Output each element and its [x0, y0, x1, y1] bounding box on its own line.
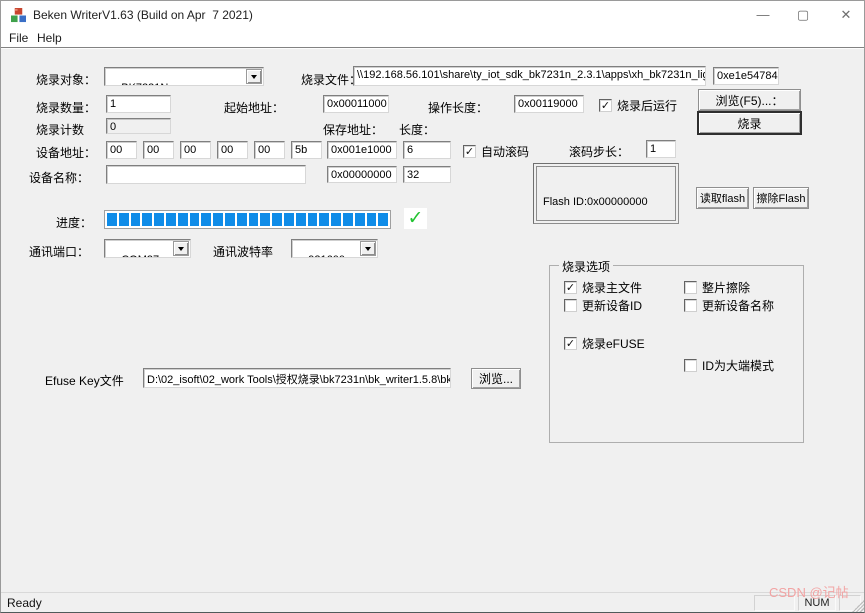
chevron-down-icon[interactable]: [360, 241, 376, 256]
checkbox-mark: [684, 299, 697, 312]
browse-f5-button[interactable]: 浏览(F5)...：: [698, 89, 801, 111]
label-burn-count: 烧录计数: [36, 123, 85, 137]
checkbox-mark: [684, 281, 697, 294]
checkbox-update-device-name[interactable]: 更新设备名称: [684, 297, 774, 314]
label-com-port: 通讯端口：: [29, 245, 90, 259]
save-address1-input[interactable]: 0x001e1000: [327, 141, 397, 159]
device-name-input[interactable]: [106, 165, 306, 184]
baud-rate-select[interactable]: 921600: [291, 239, 378, 258]
length1-input[interactable]: 6: [403, 141, 451, 159]
device-address-byte-1[interactable]: 00: [143, 141, 174, 159]
label-burn-target: 烧录对象：: [36, 73, 97, 87]
roll-step-input[interactable]: 1: [646, 140, 676, 158]
device-address-byte-5[interactable]: 5b: [291, 141, 322, 159]
watermark-text: CSDN @记帖: [769, 585, 849, 600]
label-length: 长度：: [399, 123, 436, 137]
progress-bar: [104, 210, 391, 229]
com-port-value: COM37: [121, 254, 159, 257]
label-start-address: 起始地址：: [224, 101, 285, 115]
flash-id-line: Flash ID:0x00000000: [543, 196, 648, 208]
flash-info-panel: Flash ID:0x00000000 耗时： 20.473s 烧录速度:921…: [533, 163, 679, 224]
burn-target-value: BK7231N: [121, 82, 168, 85]
burn-options-group: 烧录选项 ✓ 烧录主文件 整片擦除 更新设备ID 更新设备名称 ✓ 烧录eFUS…: [549, 258, 804, 443]
label-device-address: 设备地址：: [36, 146, 97, 160]
burn-button[interactable]: 烧录: [698, 112, 801, 134]
checkbox-id-big-endian[interactable]: ID为大端模式: [684, 357, 774, 374]
op-length-input[interactable]: 0x00119000: [514, 95, 584, 113]
minimize-icon: —: [756, 7, 770, 22]
checkbox-burn-efuse[interactable]: ✓ 烧录eFUSE: [564, 335, 645, 352]
app-icon: [11, 8, 26, 23]
status-bar: Ready NUM: [1, 592, 864, 612]
device-address-byte-0[interactable]: 00: [106, 141, 137, 159]
checkbox-label: 整片擦除: [702, 281, 751, 295]
checkbox-label: ID为大端模式: [702, 359, 775, 373]
label-burn-file: 烧录文件：: [301, 73, 362, 87]
window-title: Beken WriterV1.63 (Build on Apr 7 2021): [33, 8, 253, 22]
erase-flash-button[interactable]: 擦除Flash: [753, 187, 809, 209]
read-flash-button[interactable]: 读取flash: [696, 187, 749, 209]
baud-rate-value: 921600: [308, 254, 345, 257]
device-address-byte-2[interactable]: 00: [180, 141, 211, 159]
device-address-byte-4[interactable]: 00: [254, 141, 285, 159]
minimize-button[interactable]: —: [746, 1, 780, 28]
menu-help[interactable]: Help: [33, 31, 66, 45]
checkbox-label: 烧录后运行: [617, 99, 678, 113]
chevron-down-icon[interactable]: [246, 69, 262, 84]
label-efuse-key-file: Efuse Key文件: [45, 374, 124, 388]
chevron-down-icon[interactable]: [173, 241, 189, 256]
file-crc-input[interactable]: 0xe1e54784: [713, 67, 779, 85]
status-ready-text: Ready: [7, 596, 42, 610]
close-button[interactable]: ✕: [829, 1, 863, 28]
label-baud-rate: 通讯波特率: [213, 245, 274, 259]
checkbox-mark: ✓: [564, 281, 577, 294]
device-address-byte-3[interactable]: 00: [217, 141, 248, 159]
burn-qty-input[interactable]: 1: [106, 95, 171, 113]
label-op-length: 操作长度：: [428, 101, 489, 115]
app-window: Beken WriterV1.63 (Build on Apr 7 2021) …: [0, 0, 865, 613]
start-address-input[interactable]: 0x00011000: [323, 95, 389, 113]
checkbox-mark: ✓: [564, 337, 577, 350]
checkbox-full-erase[interactable]: 整片擦除: [684, 279, 750, 296]
label-roll-step: 滚码步长：: [569, 145, 630, 159]
checkbox-label: 更新设备名称: [702, 299, 775, 313]
title-bar: Beken WriterV1.63 (Build on Apr 7 2021) …: [1, 1, 864, 29]
menu-bar: File Help: [1, 29, 864, 47]
close-icon: ✕: [840, 6, 852, 22]
burn-target-select[interactable]: BK7231N: [104, 67, 264, 86]
burn-options-title: 烧录选项: [559, 258, 614, 275]
browse-efuse-button[interactable]: 浏览...: [471, 368, 521, 389]
checkbox-burn-main-file[interactable]: ✓ 烧录主文件: [564, 279, 642, 296]
burn-count-field: 0: [106, 118, 171, 134]
resize-grip-icon[interactable]: [852, 599, 864, 612]
efuse-key-path-input[interactable]: D:\02_isoft\02_work Tools\授权烧录\bk7231n\b…: [143, 368, 451, 388]
checkbox-mark: [564, 299, 577, 312]
burn-file-path-input[interactable]: \\192.168.56.101\share\ty_iot_sdk_bk7231…: [353, 66, 706, 86]
label-save-address: 保存地址：: [323, 123, 384, 137]
success-check-icon: ✓: [404, 208, 427, 229]
checkbox-run-after-burn[interactable]: ✓ 烧录后运行: [599, 97, 677, 114]
flash-info-text: Flash ID:0x00000000 耗时： 20.473s 烧录速度:921…: [536, 166, 676, 221]
checkbox-auto-roll[interactable]: ✓ 自动滚码: [463, 143, 529, 160]
checkbox-mark: ✓: [463, 145, 476, 158]
checkbox-label: 更新设备ID: [582, 299, 643, 313]
maximize-icon: ▢: [796, 6, 810, 22]
checkbox-update-device-id[interactable]: 更新设备ID: [564, 297, 642, 314]
label-burn-qty: 烧录数量：: [36, 101, 97, 115]
length2-input[interactable]: 32: [403, 166, 451, 183]
checkbox-label: 烧录主文件: [582, 281, 643, 295]
maximize-button[interactable]: ▢: [786, 1, 820, 28]
checkbox-mark: [684, 359, 697, 372]
com-port-select[interactable]: COM37: [104, 239, 191, 258]
menu-file[interactable]: File: [5, 31, 32, 45]
checkbox-label: 烧录eFUSE: [582, 337, 645, 351]
checkbox-label: 自动滚码: [481, 145, 530, 159]
checkbox-mark: ✓: [599, 99, 612, 112]
save-address2-input[interactable]: 0x00000000: [327, 166, 397, 183]
label-device-name: 设备名称：: [29, 171, 90, 185]
label-progress: 进度：: [56, 216, 93, 230]
